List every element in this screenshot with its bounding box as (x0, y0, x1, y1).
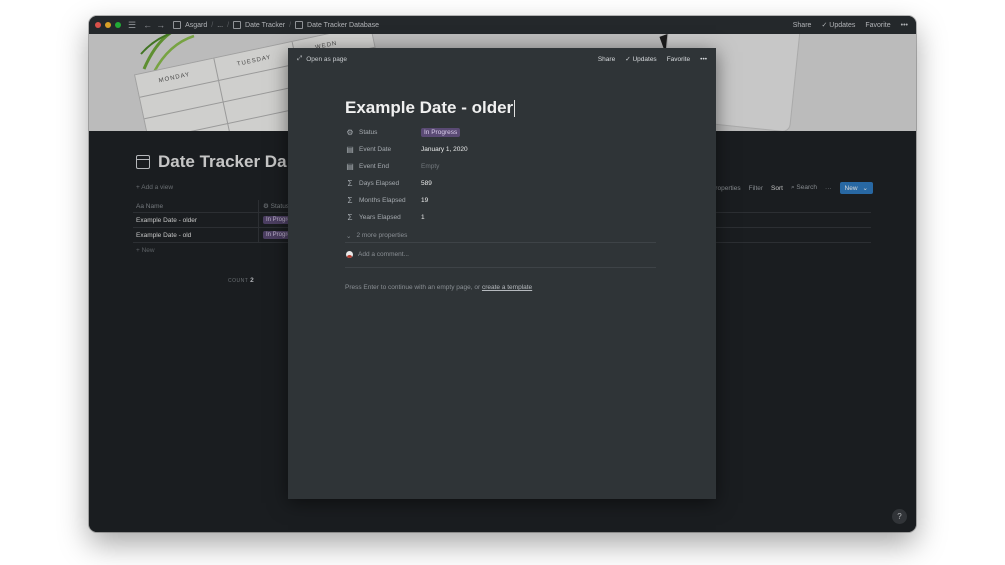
property-status[interactable]: ⚙ Status In Progress (346, 124, 656, 141)
create-template-link[interactable]: create a template (482, 284, 532, 291)
page-peek-modal: ⤢ Open as page Share ✓ Updates Favorite … (288, 48, 716, 499)
property-days-elapsed[interactable]: Σ Days Elapsed 589 (346, 175, 656, 192)
favorite-button[interactable]: Favorite (667, 56, 690, 63)
formula-icon: Σ (347, 196, 353, 205)
property-label-text: Months Elapsed (359, 197, 406, 204)
property-event-end[interactable]: ▤ Event End Empty (346, 158, 656, 175)
property-event-date[interactable]: ▤ Event Date January 1, 2020 (346, 141, 656, 158)
empty-page-hint: Press Enter to continue with an empty pa… (345, 284, 532, 291)
add-comment-field[interactable]: Add a comment... (346, 251, 409, 258)
property-years-elapsed[interactable]: Σ Years Elapsed 1 (346, 209, 656, 226)
text-cursor (514, 100, 516, 118)
status-icon: ⚙ (346, 128, 354, 137)
page-title-text[interactable]: Example Date - older (345, 98, 513, 117)
chevron-down-icon: ⌄ (346, 232, 352, 240)
property-label[interactable]: Σ Days Elapsed (346, 179, 421, 188)
open-as-page-label: Open as page (306, 55, 348, 63)
status-tag[interactable]: In Progress (421, 128, 461, 137)
updates-label: Updates (632, 56, 657, 63)
property-value[interactable]: 19 (421, 197, 428, 204)
property-value[interactable]: 1 (421, 214, 425, 221)
property-label-text: Years Elapsed (359, 214, 401, 221)
formula-icon: Σ (347, 179, 353, 188)
avatar (346, 251, 353, 258)
modal-actions: Share ✓ Updates Favorite ••• (598, 55, 707, 64)
property-label-text: Event Date (359, 146, 392, 153)
property-list: ⚙ Status In Progress ▤ Event Date January … (346, 124, 656, 244)
property-label[interactable]: ▤ Event Date (346, 145, 421, 154)
property-label-text: Status (359, 129, 378, 136)
property-label[interactable]: Σ Years Elapsed (346, 213, 421, 222)
divider (345, 242, 656, 243)
modal-toolbar: ⤢ Open as page Share ✓ Updates Favorite … (288, 48, 716, 70)
share-button[interactable]: Share (598, 56, 615, 63)
property-label[interactable]: ▤ Event End (346, 162, 421, 171)
add-comment-placeholder[interactable]: Add a comment... (358, 251, 409, 258)
property-value[interactable]: January 1, 2020 (421, 146, 468, 153)
expand-icon: ⤢ (297, 55, 303, 62)
property-months-elapsed[interactable]: Σ Months Elapsed 19 (346, 192, 656, 209)
property-value[interactable]: 589 (421, 180, 432, 187)
updates-button[interactable]: ✓ Updates (625, 55, 656, 63)
property-label[interactable]: ⚙ Status (346, 128, 421, 137)
page-title[interactable]: Example Date - older (345, 98, 516, 118)
open-as-page-button[interactable]: ⤢ Open as page (297, 55, 347, 63)
property-label[interactable]: Σ Months Elapsed (346, 196, 421, 205)
property-label-text: Event End (359, 163, 389, 170)
more-options-button[interactable]: ••• (700, 56, 707, 63)
hint-text: Press Enter to continue with an empty pa… (345, 284, 481, 291)
calendar-icon: ▤ (346, 145, 354, 154)
divider (345, 267, 656, 268)
formula-icon: Σ (347, 213, 353, 222)
property-value[interactable]: Empty (421, 163, 439, 170)
property-label-text: Days Elapsed (359, 180, 400, 187)
more-properties-label: 2 more properties (356, 232, 408, 239)
calendar-icon: ▤ (346, 162, 354, 171)
check-icon: ✓ (625, 56, 631, 63)
